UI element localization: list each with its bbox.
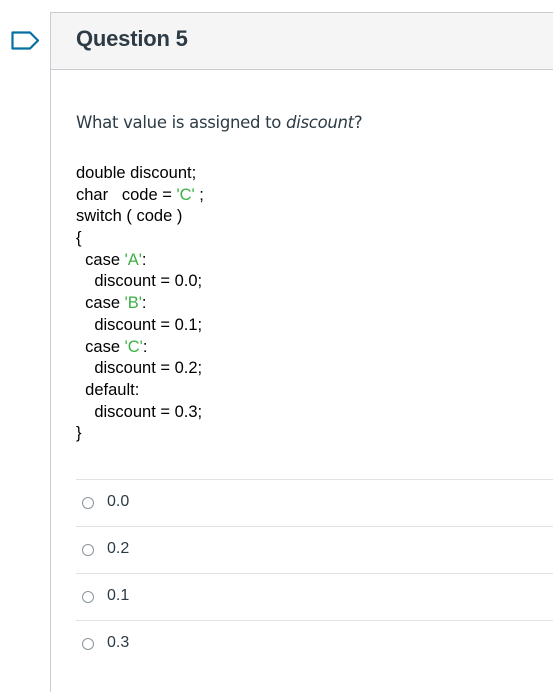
code-punctuation: ;: [194, 185, 204, 204]
code-line: char code = 'C' ;: [76, 185, 204, 207]
answer-list: 0.0 0.2 0.1 0.3: [76, 479, 553, 667]
prompt-text: What value is assigned to: [76, 113, 287, 132]
code-text: discount = 0.1;: [94, 315, 203, 334]
answer-label[interactable]: 0.2: [107, 540, 129, 558]
prompt-suffix: ?: [353, 113, 363, 132]
code-line: {: [76, 228, 204, 250]
code-text: case: [85, 250, 125, 269]
code-text: discount = 0.0;: [94, 272, 203, 291]
answer-option[interactable]: 0.1: [76, 573, 553, 620]
code-string-literal: 'C': [124, 337, 143, 356]
code-text: switch ( code ): [76, 207, 183, 226]
radio-button[interactable]: [82, 638, 94, 650]
code-line: case 'B':: [76, 293, 204, 315]
code-line: discount = 0.0;: [76, 271, 204, 293]
question-card: Question 5 What value is assigned to dis…: [50, 12, 553, 692]
code-text: discount = 0.2;: [94, 359, 203, 378]
code-text: double discount;: [76, 164, 197, 182]
code-string-literal: 'B': [124, 294, 142, 313]
code-line: }: [76, 423, 204, 445]
code-line: discount = 0.2;: [76, 358, 204, 380]
code-line: switch ( code ): [76, 206, 204, 228]
question-header: Question 5: [51, 13, 553, 70]
code-string-literal: 'C': [176, 185, 195, 204]
code-line: discount = 0.1;: [76, 315, 204, 337]
answer-option[interactable]: 0.0: [76, 479, 553, 526]
code-text: case: [85, 294, 125, 313]
answer-label[interactable]: 0.3: [107, 634, 129, 652]
code-text: case: [85, 337, 125, 356]
prompt-emphasis: discount: [286, 113, 354, 132]
code-line: discount = 0.3;: [76, 402, 204, 424]
code-text: char code =: [76, 185, 177, 204]
radio-button[interactable]: [82, 544, 94, 556]
code-punctuation: :: [141, 294, 147, 313]
answer-label[interactable]: 0.1: [107, 587, 129, 605]
answer-option[interactable]: 0.3: [76, 620, 553, 667]
code-line: default:: [76, 380, 204, 402]
radio-button[interactable]: [82, 497, 94, 509]
code-string-literal: 'A': [124, 250, 142, 269]
code-line: case 'A':: [76, 250, 204, 272]
code-text: default:: [85, 380, 140, 399]
quiz-page: Question 5 What value is assigned to dis…: [0, 0, 553, 692]
code-punctuation: :: [142, 337, 148, 356]
question-prompt: What value is assigned to discount?: [76, 113, 363, 132]
code-text: {: [76, 229, 82, 248]
answer-label[interactable]: 0.0: [107, 493, 129, 511]
flag-column: [0, 0, 50, 692]
code-punctuation: :: [141, 250, 147, 269]
flag-icon[interactable]: [11, 31, 40, 55]
code-line: case 'C':: [76, 337, 204, 359]
code-text: }: [76, 424, 82, 443]
code-snippet: double discount; char code = 'C' ; switch …: [76, 163, 204, 445]
question-title: Question 5: [76, 26, 188, 51]
code-line: double discount;: [76, 163, 204, 185]
code-text: discount = 0.3;: [94, 402, 203, 421]
answer-option[interactable]: 0.2: [76, 526, 553, 573]
radio-button[interactable]: [82, 591, 94, 603]
